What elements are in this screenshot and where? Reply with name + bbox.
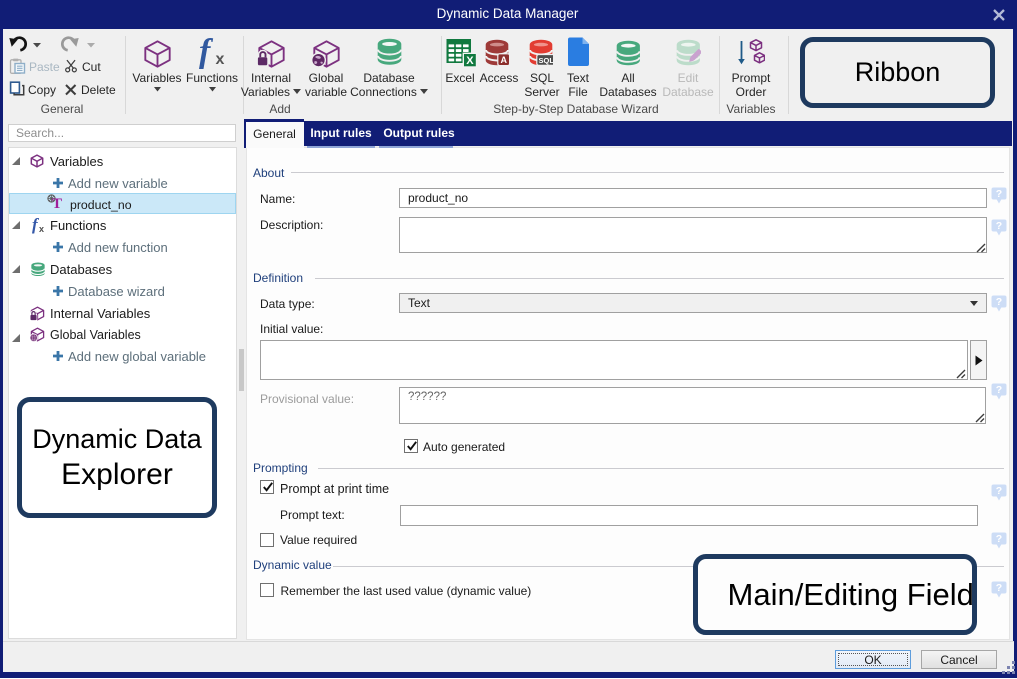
- svg-text:?: ?: [996, 220, 1002, 232]
- svg-text:SQL: SQL: [538, 55, 553, 64]
- svg-text:?: ?: [996, 485, 1002, 497]
- svg-text:?: ?: [996, 296, 1002, 308]
- svg-text:?: ?: [996, 582, 1002, 594]
- svg-text:?: ?: [996, 533, 1002, 545]
- svg-text:A: A: [500, 55, 507, 65]
- svg-text:?: ?: [996, 384, 1002, 396]
- svg-text:X: X: [466, 55, 474, 67]
- svg-text:?: ?: [996, 188, 1002, 200]
